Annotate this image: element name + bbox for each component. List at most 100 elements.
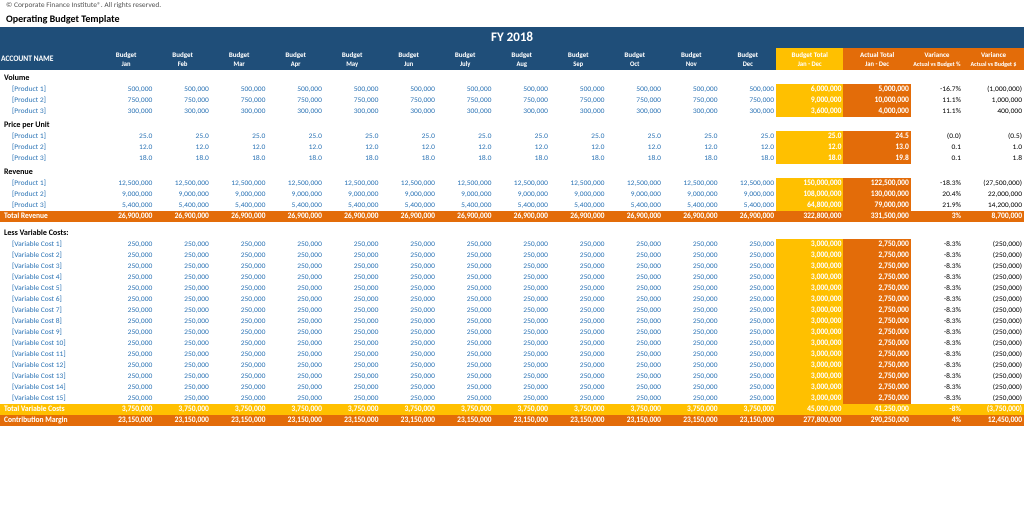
var-pct-cell: 0.1	[911, 142, 963, 153]
var-pct-cell: -8.3%	[911, 283, 963, 294]
monthly-cell: 5,400,000	[267, 200, 324, 211]
monthly-cell: 250,000	[267, 239, 324, 250]
monthly-cell: 250,000	[154, 239, 211, 250]
monthly-cell: 250,000	[380, 327, 437, 338]
data-row: [Product 2] 750,000750,000750,000750,000…	[0, 95, 1024, 106]
total-budget-total: 45,000,000	[776, 404, 843, 415]
total-monthly: 26,900,000	[663, 211, 720, 222]
section-label: Price per Unit	[0, 117, 1024, 131]
monthly-cell: 18.0	[267, 153, 324, 164]
total-monthly: 3,750,000	[493, 404, 550, 415]
monthly-cell: 250,000	[720, 371, 777, 382]
total-monthly: 23,150,000	[154, 415, 211, 426]
monthly-cell: 750,000	[550, 95, 607, 106]
monthly-cell: 300,000	[211, 106, 268, 117]
var-dollar-cell: (250,000)	[963, 272, 1024, 283]
total-var-pct: -8%	[911, 404, 963, 415]
monthly-cell: 25.0	[324, 131, 381, 142]
monthly-cell: 18.0	[720, 153, 777, 164]
var-pct-cell: -16.7%	[911, 84, 963, 95]
monthly-cell: 750,000	[154, 95, 211, 106]
monthly-cell: 12,500,000	[267, 178, 324, 189]
var-pct-cell: 21.9%	[911, 200, 963, 211]
account-name: [Variable Cost 3]	[0, 261, 98, 272]
monthly-cell: 12,500,000	[380, 178, 437, 189]
account-name: [Product 1]	[0, 131, 98, 142]
account-name: [Product 2]	[0, 189, 98, 200]
monthly-cell: 250,000	[663, 393, 720, 404]
monthly-cell: 500,000	[324, 84, 381, 95]
monthly-cell: 250,000	[550, 360, 607, 371]
account-name: [Variable Cost 4]	[0, 272, 98, 283]
actual-total-cell: 2,750,000	[843, 239, 910, 250]
monthly-cell: 250,000	[493, 294, 550, 305]
monthly-cell: 250,000	[437, 371, 494, 382]
monthly-cell: 250,000	[493, 250, 550, 261]
monthly-cell: 12.0	[663, 142, 720, 153]
monthly-cell: 12,500,000	[493, 178, 550, 189]
data-row: [Variable Cost 10] 250,000250,000250,000…	[0, 338, 1024, 349]
var-dollar-cell: (250,000)	[963, 338, 1024, 349]
total-monthly: 26,900,000	[267, 211, 324, 222]
monthly-cell: 250,000	[267, 283, 324, 294]
monthly-cell: 250,000	[98, 382, 155, 393]
monthly-cell: 250,000	[154, 360, 211, 371]
monthly-cell: 250,000	[606, 294, 663, 305]
budget-total-cell: 6,000,000	[776, 84, 843, 95]
monthly-cell: 250,000	[380, 261, 437, 272]
monthly-cell: 250,000	[211, 305, 268, 316]
col-budget-sep: BudgetSep	[550, 48, 607, 70]
var-pct-cell: (0.0)	[911, 131, 963, 142]
monthly-cell: 5,400,000	[493, 200, 550, 211]
monthly-cell: 250,000	[211, 338, 268, 349]
monthly-cell: 250,000	[606, 338, 663, 349]
monthly-cell: 250,000	[324, 250, 381, 261]
actual-total-cell: 5,000,000	[843, 84, 910, 95]
monthly-cell: 250,000	[380, 338, 437, 349]
monthly-cell: 250,000	[98, 327, 155, 338]
monthly-cell: 25.0	[211, 131, 268, 142]
monthly-cell: 18.0	[606, 153, 663, 164]
monthly-cell: 300,000	[437, 106, 494, 117]
monthly-cell: 250,000	[493, 349, 550, 360]
monthly-cell: 250,000	[663, 316, 720, 327]
monthly-cell: 250,000	[663, 294, 720, 305]
monthly-cell: 250,000	[324, 371, 381, 382]
monthly-cell: 9,000,000	[437, 189, 494, 200]
var-pct-cell: -8.3%	[911, 382, 963, 393]
col-budget-total-header: Budget TotalJan - Dec	[776, 48, 843, 70]
monthly-cell: 250,000	[550, 272, 607, 283]
data-row: [Variable Cost 9] 250,000250,000250,0002…	[0, 327, 1024, 338]
monthly-cell: 12,500,000	[550, 178, 607, 189]
account-name: [Variable Cost 7]	[0, 305, 98, 316]
monthly-cell: 500,000	[211, 84, 268, 95]
monthly-cell: 250,000	[663, 283, 720, 294]
total-actual-total: 41,250,000	[843, 404, 910, 415]
var-dollar-cell: 1,000,000	[963, 95, 1024, 106]
monthly-cell: 12,500,000	[324, 178, 381, 189]
monthly-cell: 300,000	[550, 106, 607, 117]
monthly-cell: 250,000	[550, 305, 607, 316]
monthly-cell: 12.0	[324, 142, 381, 153]
monthly-cell: 250,000	[324, 272, 381, 283]
monthly-cell: 250,000	[211, 272, 268, 283]
monthly-cell: 500,000	[437, 84, 494, 95]
monthly-cell: 750,000	[663, 95, 720, 106]
monthly-cell: 18.0	[493, 153, 550, 164]
account-name: [Product 2]	[0, 142, 98, 153]
account-name: [Variable Cost 6]	[0, 294, 98, 305]
monthly-cell: 250,000	[324, 360, 381, 371]
monthly-cell: 250,000	[324, 349, 381, 360]
var-pct-cell: 11.1%	[911, 95, 963, 106]
total-monthly: 3,750,000	[720, 404, 777, 415]
account-name: [Product 3]	[0, 106, 98, 117]
budget-total-cell: 3,000,000	[776, 327, 843, 338]
data-row: [Product 3] 300,000300,000300,000300,000…	[0, 106, 1024, 117]
budget-total-cell: 3,000,000	[776, 305, 843, 316]
monthly-cell: 5,400,000	[550, 200, 607, 211]
col-budget-oct: BudgetOct	[606, 48, 663, 70]
data-row: [Product 3] 5,400,0005,400,0005,400,0005…	[0, 200, 1024, 211]
monthly-cell: 250,000	[154, 283, 211, 294]
var-dollar-cell: 1.0	[963, 142, 1024, 153]
budget-total-cell: 3,000,000	[776, 283, 843, 294]
